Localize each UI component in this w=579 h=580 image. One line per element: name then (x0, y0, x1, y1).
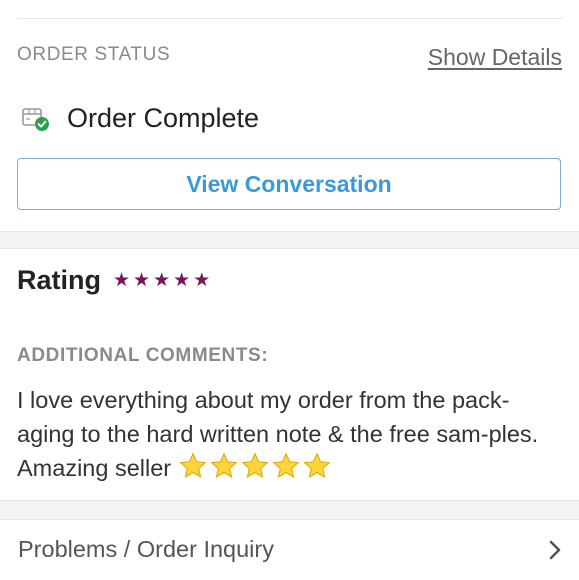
view-conversation-button[interactable]: View Conversation (17, 158, 561, 210)
star-icon: ★ (153, 270, 171, 291)
order-status-text: Order Complete (67, 102, 260, 133)
star-emoji-icon (179, 452, 207, 479)
additional-comments-heading: ADDITIONAL COMMENTS: (17, 345, 269, 366)
star-emoji-group (178, 452, 332, 480)
star-emoji-icon (210, 452, 238, 479)
divider (17, 18, 562, 19)
problems-order-inquiry-row[interactable]: Problems / Order Inquiry (0, 519, 579, 580)
rating-row: Rating ★ ★ ★ ★ ★ (17, 265, 210, 296)
rating-stars: ★ ★ ★ ★ ★ (113, 271, 210, 290)
chevron-right-icon (549, 540, 561, 559)
star-emoji-icon (241, 452, 269, 479)
star-emoji-icon (303, 452, 331, 479)
star-icon: ★ (113, 270, 131, 291)
order-details-page: ORDER STATUS Show Details Order Complete… (0, 0, 579, 580)
order-status-heading: ORDER STATUS (17, 44, 171, 65)
section-separator (0, 500, 579, 520)
show-details-link[interactable]: Show Details (428, 44, 562, 71)
order-status-row: Order Complete (21, 101, 259, 135)
star-icon: ★ (173, 270, 191, 291)
star-icon: ★ (133, 270, 151, 291)
package-check-icon (21, 103, 51, 133)
comment-body: I love everything about my order from th… (17, 383, 565, 485)
star-emoji-icon (272, 452, 300, 479)
star-icon: ★ (193, 270, 211, 291)
rating-title: Rating (17, 265, 101, 295)
section-separator (0, 231, 579, 249)
problems-order-inquiry-label: Problems / Order Inquiry (18, 536, 274, 562)
